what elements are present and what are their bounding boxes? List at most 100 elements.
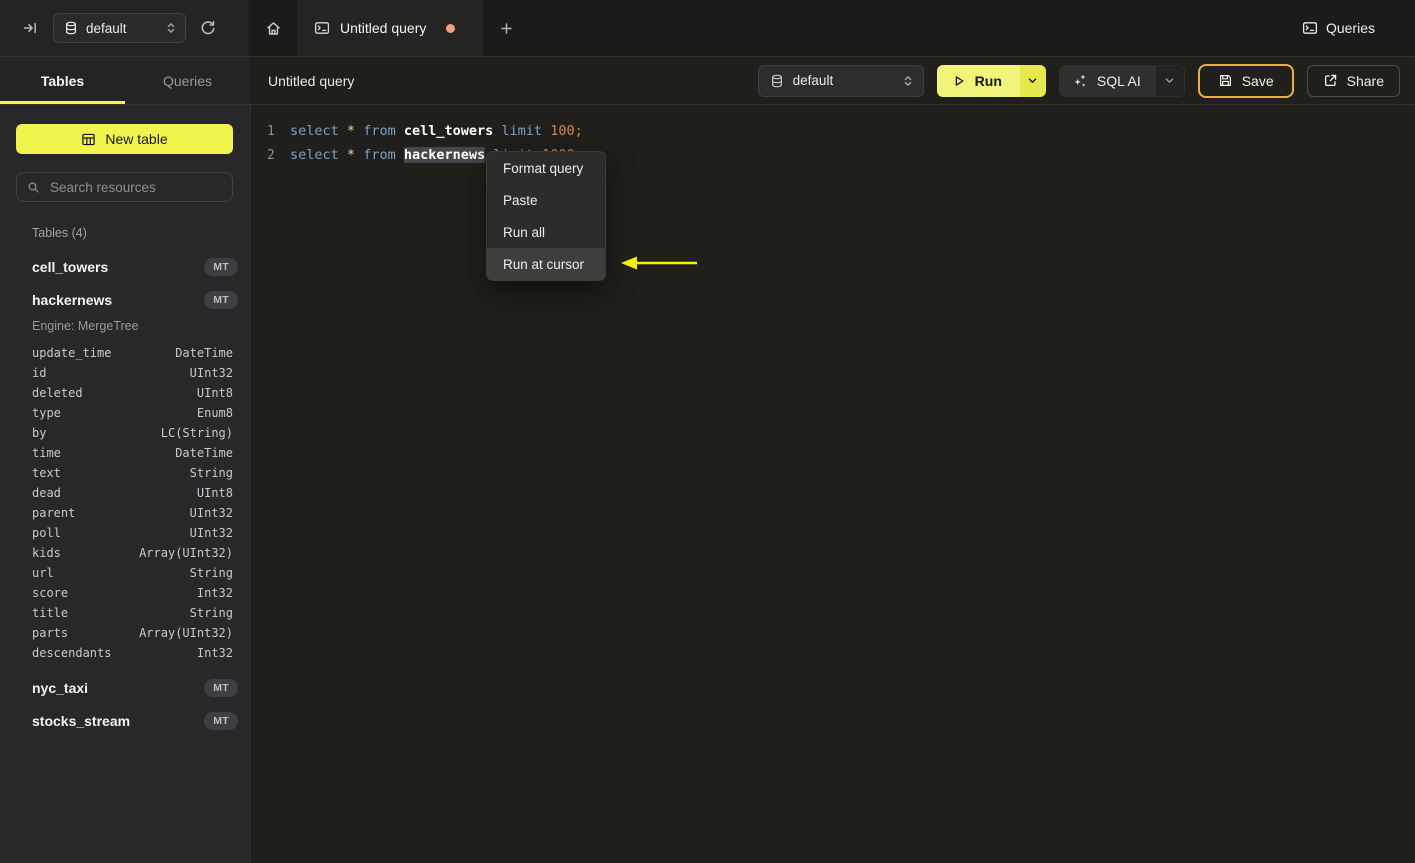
database-selector-label: default [86,20,127,36]
toolbar-database-selector[interactable]: default [757,64,924,97]
terminal-icon [1302,20,1318,36]
tab-queries-label: Queries [162,72,213,89]
tab-queries[interactable]: Queries [125,57,250,104]
share-button[interactable]: Share [1306,64,1400,97]
column-row: dead UInt8 [32,483,233,503]
column-name: text [32,466,61,480]
search-box [16,172,233,202]
new-table-button-label: New table [105,131,168,147]
table-name: nyc_taxi [32,679,89,696]
code-token: 100; [550,123,583,139]
tab-untitled-query[interactable]: Untitled query [297,0,483,56]
column-type: Enum8 [196,406,233,420]
table-row[interactable]: stocks_stream MT [0,704,250,737]
toolbar-database-label: default [792,73,834,88]
column-row: deleted UInt8 [32,383,233,403]
code-line: 2select * from hackernews limit 1000 [251,143,1415,167]
column-type: String [189,606,233,620]
table-columns: update_time DateTime id UInt32 deleted UInt8 t… [0,340,250,671]
column-type: Int32 [196,586,233,600]
column-name: dead [32,486,61,500]
column-row: descendants Int32 [32,643,233,663]
save-icon [1218,73,1233,88]
column-type: UInt32 [189,506,233,520]
engine-badge: MT [204,290,238,309]
column-name: parts [32,626,69,640]
table-row[interactable]: cell_towers MT [0,250,250,283]
column-row: title String [32,603,233,623]
run-button[interactable]: Run [936,64,1020,97]
column-name: parent [32,506,76,520]
sql-ai-button[interactable]: SQL AI [1059,65,1155,96]
collapse-sidebar-icon[interactable] [22,20,38,36]
unsaved-dot [446,23,456,33]
context-menu-item[interactable]: Run at cursor [487,248,605,280]
sql-ai-chevron[interactable] [1154,65,1184,96]
code-token: from [363,147,396,163]
database-selector[interactable]: default [53,13,186,43]
column-type: Array(UInt32) [139,546,233,560]
column-row: by LC(String) [32,423,233,443]
run-button-label: Run [974,72,1002,89]
code-line: 1 select * from cell_towers limit 100; [251,119,1415,143]
line-number: 1 [267,123,275,139]
column-name: update_time [32,346,112,360]
column-row: score Int32 [32,583,233,603]
new-table-button[interactable]: New table [16,124,233,154]
sql-ai-split-button: SQL AI [1058,64,1185,97]
table-name: stocks_stream [32,712,131,729]
save-button-label: Save [1241,72,1274,89]
column-type: LC(String) [160,426,233,440]
table-name: cell_towers [32,258,109,275]
column-row: text String [32,463,233,483]
column-name: by [32,426,47,440]
code-token: cell_towers [403,123,494,139]
run-options-chevron[interactable] [1019,64,1046,97]
tables-section-label: Tables (4) [32,226,87,240]
play-icon [952,74,966,88]
engine-badge: MT [204,678,238,697]
column-type: UInt32 [189,526,233,540]
column-row: parent UInt32 [32,503,233,523]
context-menu-item[interactable]: Paste [487,184,605,216]
line-number: 2 [267,147,275,163]
top-bar-left: default [0,0,250,56]
context-menu-item[interactable]: Format query [487,152,605,184]
search-input[interactable] [48,178,222,196]
run-split-button: Run [936,64,1046,97]
column-type: String [189,466,233,480]
table-row[interactable]: nyc_taxi MT [0,671,250,704]
context-menu-item[interactable]: Run all [487,216,605,248]
code-token: from [363,123,396,139]
home-icon[interactable] [250,0,297,56]
column-name: url [32,566,54,580]
chevron-updown-icon [165,21,177,35]
column-row: id UInt32 [32,363,233,383]
column-type: UInt32 [189,366,233,380]
content: New table Tables (4) cell_towersMThacker… [0,105,1415,863]
column-type: DateTime [175,446,233,460]
query-header: Untitled query default Run SQL AI Save S… [250,57,1415,104]
tab-tables[interactable]: Tables [0,57,125,104]
code-token: select [290,147,339,163]
column-name: title [32,606,69,620]
sub-bar: Tables Queries Untitled query default Ru… [0,57,1415,105]
context-menu: Format query Paste Run all Run at cursor [486,151,606,281]
share-button-label: Share [1346,72,1384,89]
save-button[interactable]: Save [1197,63,1294,98]
sql-editor[interactable]: 1 select * from cell_towers limit 100; 2 se… [250,105,1415,863]
column-name: kids [32,546,61,560]
tab-title: Untitled query [340,20,427,36]
search-icon [27,181,40,194]
column-name: time [32,446,61,460]
queries-button[interactable]: Queries [1302,20,1375,36]
refresh-icon[interactable] [199,20,216,37]
column-name: id [32,366,47,380]
top-bar: default Untitled query Queries [0,0,1415,57]
table-row[interactable]: hackernews MT [0,283,250,316]
new-tab-icon[interactable] [483,0,530,56]
